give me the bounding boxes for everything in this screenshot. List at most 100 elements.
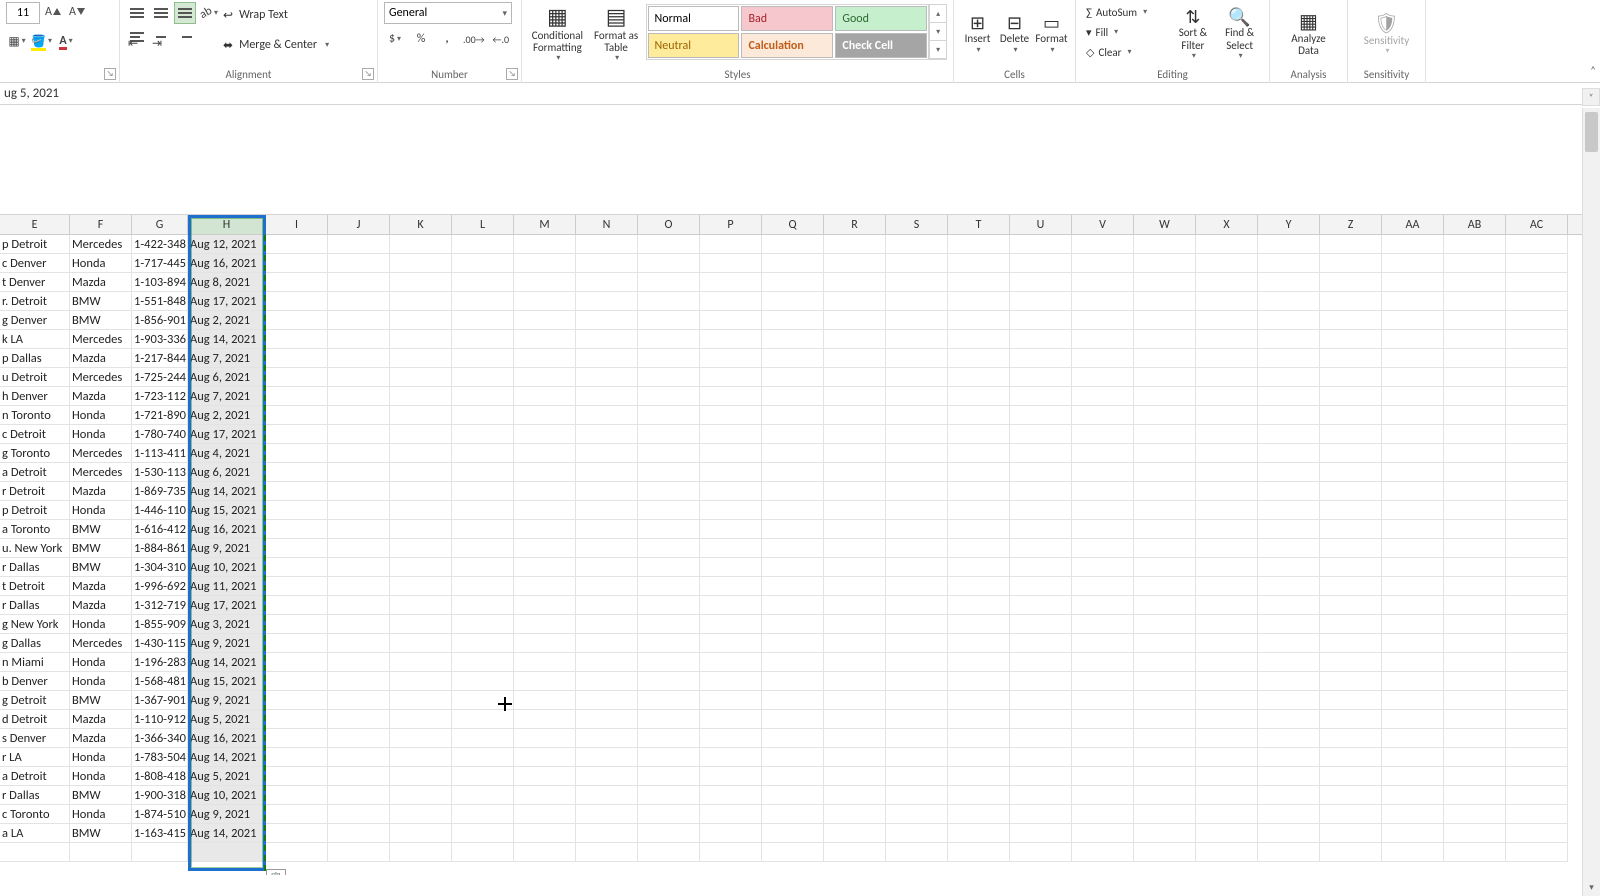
cell[interactable]: Mercedes: [70, 463, 132, 482]
cell[interactable]: [1072, 406, 1134, 425]
fill-button[interactable]: ▾Fill: [1082, 22, 1170, 42]
cell[interactable]: [762, 235, 824, 254]
cell[interactable]: [514, 273, 576, 292]
cell[interactable]: [328, 235, 390, 254]
cell[interactable]: d Detroit: [0, 710, 70, 729]
cell[interactable]: t Detroit: [0, 577, 70, 596]
cell[interactable]: [1382, 577, 1444, 596]
cell[interactable]: Mazda: [70, 577, 132, 596]
cell[interactable]: [328, 482, 390, 501]
cell[interactable]: [266, 805, 328, 824]
cell[interactable]: Aug 15, 2021: [188, 672, 266, 691]
cell[interactable]: [452, 330, 514, 349]
cell[interactable]: [1134, 577, 1196, 596]
autosum-button[interactable]: ∑AutoSum: [1082, 2, 1170, 22]
cell[interactable]: [700, 406, 762, 425]
cell[interactable]: [886, 596, 948, 615]
table-row[interactable]: k LAMercedes1-903-336Aug 14, 2021: [0, 330, 1600, 349]
cell[interactable]: [1134, 444, 1196, 463]
cell[interactable]: [638, 653, 700, 672]
cell[interactable]: [452, 273, 514, 292]
cell[interactable]: [1010, 824, 1072, 843]
cell[interactable]: g Denver: [0, 311, 70, 330]
cell[interactable]: [576, 634, 638, 653]
cell[interactable]: [1506, 805, 1568, 824]
cell[interactable]: [390, 786, 452, 805]
cell[interactable]: [266, 311, 328, 330]
cell[interactable]: [1010, 710, 1072, 729]
cell[interactable]: [328, 805, 390, 824]
cell[interactable]: [1444, 786, 1506, 805]
cell[interactable]: [1258, 634, 1320, 653]
cell[interactable]: [1134, 691, 1196, 710]
cell[interactable]: [390, 501, 452, 520]
cell[interactable]: [1010, 235, 1072, 254]
cell[interactable]: [70, 843, 132, 862]
cell[interactable]: [452, 292, 514, 311]
cell[interactable]: Aug 7, 2021: [188, 349, 266, 368]
cell[interactable]: Honda: [70, 615, 132, 634]
cell[interactable]: u Detroit: [0, 368, 70, 387]
cell[interactable]: Aug 17, 2021: [188, 425, 266, 444]
cell[interactable]: [1506, 748, 1568, 767]
cell[interactable]: [1506, 843, 1568, 862]
cell[interactable]: [824, 501, 886, 520]
cell[interactable]: [1258, 273, 1320, 292]
cell[interactable]: [328, 767, 390, 786]
table-row[interactable]: p DetroitMercedes1-422-348Aug 12, 2021: [0, 235, 1600, 254]
cell[interactable]: [1134, 501, 1196, 520]
cell[interactable]: [638, 634, 700, 653]
cell[interactable]: [514, 767, 576, 786]
cell[interactable]: [328, 425, 390, 444]
cell[interactable]: [700, 273, 762, 292]
cell[interactable]: [1010, 349, 1072, 368]
cell[interactable]: [132, 843, 188, 862]
cell[interactable]: [700, 292, 762, 311]
cell[interactable]: [328, 501, 390, 520]
cell[interactable]: [886, 425, 948, 444]
cell[interactable]: 1-446-110: [132, 501, 188, 520]
style-good[interactable]: Good: [835, 6, 927, 31]
cell[interactable]: [1072, 634, 1134, 653]
cell[interactable]: [824, 539, 886, 558]
cell[interactable]: Mazda: [70, 273, 132, 292]
cell[interactable]: [1072, 577, 1134, 596]
cell[interactable]: [452, 615, 514, 634]
table-row[interactable]: d DetroitMazda1-110-912Aug 5, 2021: [0, 710, 1600, 729]
cell[interactable]: [452, 387, 514, 406]
cell[interactable]: [886, 368, 948, 387]
cell[interactable]: [1196, 805, 1258, 824]
cell[interactable]: [638, 463, 700, 482]
cell[interactable]: [1072, 805, 1134, 824]
cell[interactable]: [1320, 520, 1382, 539]
column-header-G[interactable]: G: [132, 215, 188, 234]
table-row[interactable]: a TorontoBMW1-616-412Aug 16, 2021: [0, 520, 1600, 539]
cell[interactable]: [824, 425, 886, 444]
collapse-ribbon-button[interactable]: ˄: [1590, 64, 1596, 77]
find-select-button[interactable]: 🔍Find &Select: [1216, 2, 1263, 66]
cell[interactable]: [514, 729, 576, 748]
cell[interactable]: [1320, 748, 1382, 767]
cell[interactable]: [390, 387, 452, 406]
cell[interactable]: [1134, 235, 1196, 254]
cell[interactable]: [700, 520, 762, 539]
cell[interactable]: [1196, 368, 1258, 387]
cell[interactable]: [576, 330, 638, 349]
cell[interactable]: [886, 311, 948, 330]
cell[interactable]: [824, 406, 886, 425]
column-header-H[interactable]: H: [188, 215, 266, 234]
cell[interactable]: [1258, 824, 1320, 843]
cell[interactable]: [576, 368, 638, 387]
clear-button[interactable]: ◇Clear: [1082, 42, 1170, 62]
cell[interactable]: [824, 311, 886, 330]
cell[interactable]: [576, 501, 638, 520]
table-row[interactable]: n TorontoHonda1-721-890Aug 2, 2021: [0, 406, 1600, 425]
cell[interactable]: [1506, 710, 1568, 729]
cell[interactable]: [514, 425, 576, 444]
cell[interactable]: [638, 368, 700, 387]
cell[interactable]: [1320, 482, 1382, 501]
cell[interactable]: [328, 311, 390, 330]
cell[interactable]: [1320, 254, 1382, 273]
cell[interactable]: [1506, 558, 1568, 577]
gallery-scroll[interactable]: ▴▾▾: [929, 4, 947, 60]
